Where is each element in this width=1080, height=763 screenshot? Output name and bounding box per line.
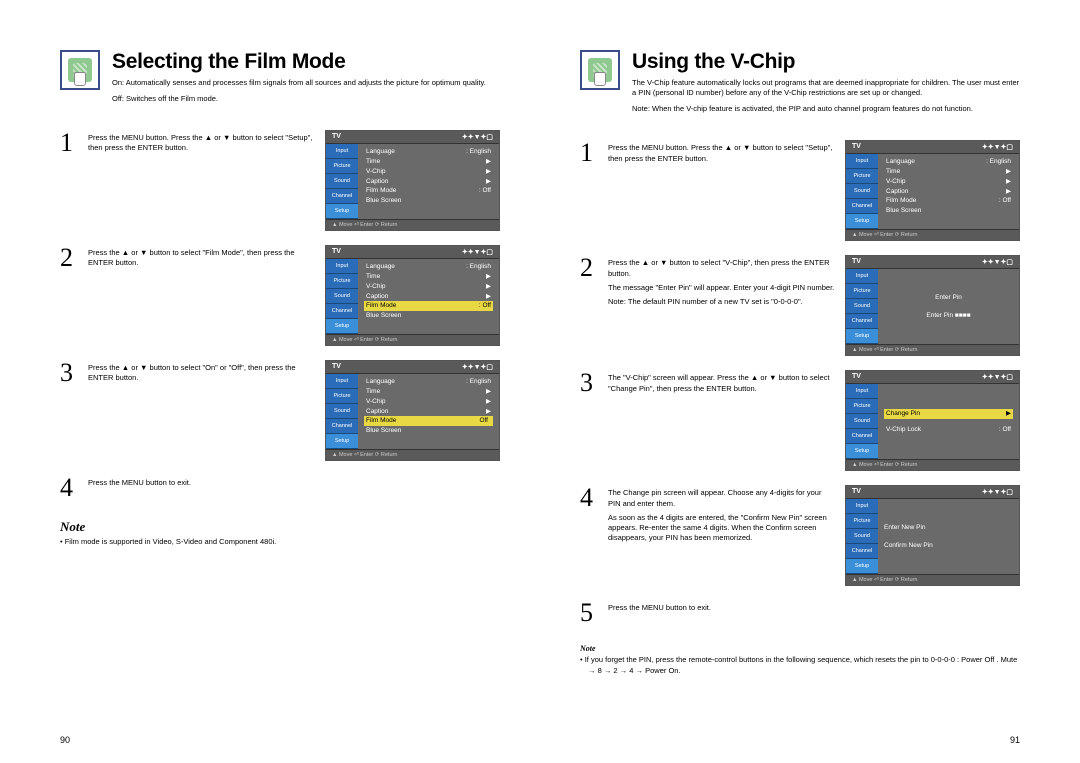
- step-number: 2: [60, 245, 78, 271]
- page-left: Selecting the Film Mode On: Automaticall…: [0, 0, 540, 763]
- header-left: Selecting the Film Mode On: Automaticall…: [60, 50, 500, 110]
- touch-icon: [60, 50, 100, 90]
- note-text: Film mode is supported in Video, S-Video…: [60, 537, 500, 547]
- step-text: Press the MENU button. Press the ▲ or ▼ …: [88, 130, 315, 153]
- page-right: Using the V-Chip The V-Chip feature auto…: [540, 0, 1080, 763]
- touch-icon: [580, 50, 620, 90]
- osd-tab: Sound: [326, 174, 358, 189]
- page-title: Using the V-Chip: [632, 50, 1020, 74]
- step-text: The Change pin screen will appear. Choos…: [608, 485, 835, 543]
- step-number: 3: [60, 360, 78, 386]
- step-text: Press the ▲ or ▼ button to select "V-Chi…: [608, 255, 835, 307]
- osd-icons: ✦✦▼✦▢: [462, 133, 493, 141]
- tv-screenshot: TV✦✦▼✦▢ Input Picture Sound Channel Setu…: [845, 370, 1020, 471]
- tv-screenshot: TV✦✦▼✦▢ Input Picture Sound Channel Setu…: [325, 360, 500, 461]
- step-row: 5 Press the MENU button to exit.: [580, 600, 1020, 626]
- tv-screenshot: TV ✦✦▼✦▢ Input Picture Sound Channel Setu…: [325, 130, 500, 231]
- step-row: 1 Press the MENU button. Press the ▲ or …: [60, 130, 500, 231]
- osd-tab: Setup: [326, 204, 358, 219]
- osd-title: TV: [332, 133, 341, 141]
- step-text: Press the ▲ or ▼ button to select "On" o…: [88, 360, 315, 383]
- step-text: Press the MENU button to exit.: [608, 600, 1020, 613]
- page-title: Selecting the Film Mode: [112, 50, 500, 74]
- tv-screenshot: TV✦✦▼✦▢ Input Picture Sound Channel Setu…: [845, 485, 1020, 586]
- step-number: 1: [60, 130, 78, 156]
- intro-text: The V-Chip feature automatically locks o…: [632, 78, 1020, 98]
- step-text: Press the MENU button. Press the ▲ or ▼ …: [608, 140, 835, 163]
- note-text: If you forget the PIN, press the remote-…: [580, 655, 1020, 675]
- page-number: 90: [60, 735, 70, 745]
- step-number: 5: [580, 600, 598, 626]
- step-row: 4 Press the MENU button to exit.: [60, 475, 500, 501]
- osd-tab: Channel: [326, 189, 358, 204]
- osd-footer: ▲ Move ⏎ Enter ⟳ Return: [326, 219, 499, 230]
- tv-screenshot: TV✦✦▼✦▢ Input Picture Sound Channel Setu…: [845, 140, 1020, 241]
- header-right: Using the V-Chip The V-Chip feature auto…: [580, 50, 1020, 120]
- step-number: 1: [580, 140, 598, 166]
- tv-screenshot: TV✦✦▼✦▢ Input Picture Sound Channel Setu…: [325, 245, 500, 346]
- step-text: Press the MENU button to exit.: [88, 475, 500, 488]
- intro-text: On: Automatically senses and processes f…: [112, 78, 500, 88]
- osd-tab: Picture: [326, 159, 358, 174]
- step-row: 2 Press the ▲ or ▼ button to select "Fil…: [60, 245, 500, 346]
- tv-screenshot: TV✦✦▼✦▢ Input Picture Sound Channel Setu…: [845, 255, 1020, 356]
- step-row: 1 Press the MENU button. Press the ▲ or …: [580, 140, 1020, 241]
- step-row: 4 The Change pin screen will appear. Cho…: [580, 485, 1020, 586]
- step-text: Press the ▲ or ▼ button to select "Film …: [88, 245, 315, 268]
- step-number: 2: [580, 255, 598, 281]
- step-text: The "V-Chip" screen will appear. Press t…: [608, 370, 835, 393]
- intro-text-2: Off: Switches off the Film mode.: [112, 94, 500, 104]
- step-number: 4: [60, 475, 78, 501]
- step-row: 2 Press the ▲ or ▼ button to select "V-C…: [580, 255, 1020, 356]
- note-heading: Note: [580, 644, 1020, 653]
- note-heading: Note: [60, 519, 500, 535]
- page-number: 91: [1010, 735, 1020, 745]
- intro-text-2: Note: When the V-chip feature is activat…: [632, 104, 1020, 114]
- step-row: 3 The "V-Chip" screen will appear. Press…: [580, 370, 1020, 471]
- osd-tab: Input: [326, 144, 358, 159]
- step-number: 3: [580, 370, 598, 396]
- step-row: 3 Press the ▲ or ▼ button to select "On"…: [60, 360, 500, 461]
- step-number: 4: [580, 485, 598, 511]
